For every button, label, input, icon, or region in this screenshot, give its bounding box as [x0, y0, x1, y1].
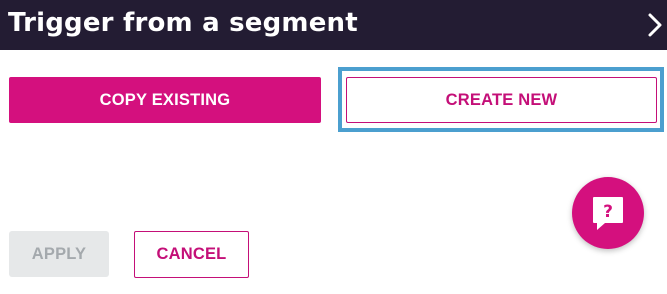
panel-header: Trigger from a segment: [0, 0, 667, 50]
chevron-right-icon[interactable]: [646, 12, 664, 38]
cancel-button[interactable]: CANCEL: [134, 231, 249, 278]
help-button[interactable]: ?: [572, 177, 644, 249]
help-glyph: ?: [603, 202, 613, 222]
create-new-button[interactable]: CREATE NEW: [346, 77, 657, 123]
apply-button[interactable]: APPLY: [9, 231, 109, 277]
page-title: Trigger from a segment: [8, 8, 358, 38]
help-chat-icon: ?: [593, 197, 623, 230]
copy-existing-button[interactable]: COPY EXISTING: [9, 77, 321, 123]
